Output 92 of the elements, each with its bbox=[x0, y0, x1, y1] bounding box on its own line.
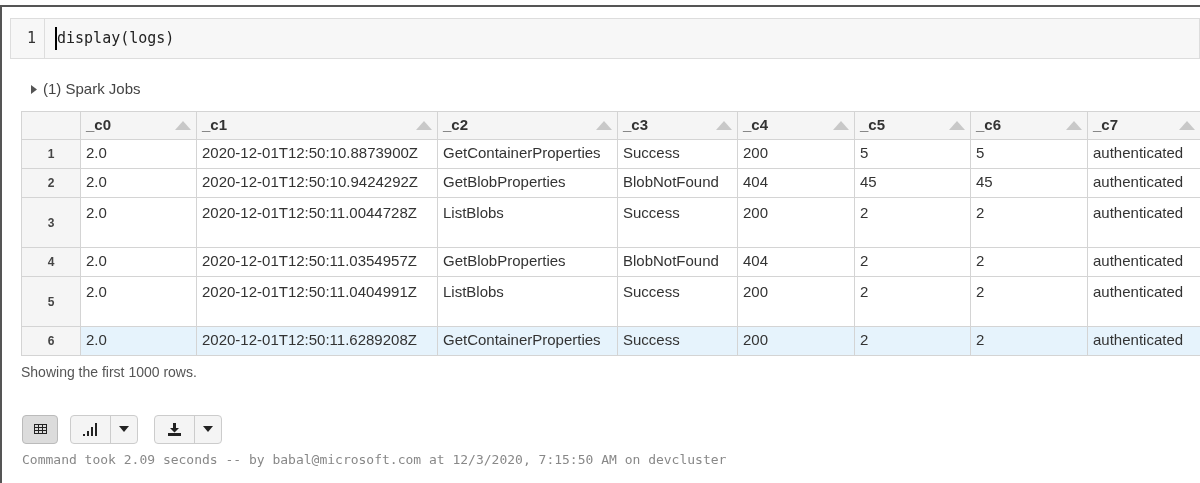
column-header[interactable]: _c2 bbox=[437, 111, 618, 139]
table-cell: 2 bbox=[976, 282, 985, 300]
line-number: 1 bbox=[11, 19, 45, 58]
table-cell: 2.0 bbox=[86, 144, 107, 162]
table-cell: 2.0 bbox=[86, 331, 107, 349]
table-cell: authenticated bbox=[1093, 252, 1184, 270]
sort-arrow-icon bbox=[596, 120, 612, 130]
sort-arrow-icon bbox=[949, 120, 965, 130]
row-number: 1 bbox=[47, 147, 55, 162]
spark-jobs-toggle[interactable]: (1) Spark Jobs bbox=[31, 78, 1200, 101]
table-cell: 200 bbox=[743, 144, 769, 162]
table-cell: GetContainerProperties bbox=[443, 331, 601, 349]
table-cell: 2 bbox=[860, 252, 869, 270]
table-cell: 200 bbox=[743, 331, 769, 349]
table-row[interactable]: 3 2.0 2020-12-01T12:50:11.0044728Z ListBlobs Success 200 2 2 authenticated bbox=[21, 197, 1200, 247]
table-cell: authenticated bbox=[1093, 282, 1184, 300]
table-cell: 2.0 bbox=[86, 252, 107, 270]
table-cell: 2 bbox=[860, 203, 869, 221]
table-cell: authenticated bbox=[1093, 203, 1184, 221]
table-cell: 2 bbox=[976, 252, 985, 270]
table-cell: authenticated bbox=[1093, 331, 1184, 349]
table-cell: 200 bbox=[743, 282, 769, 300]
table-cell: GetContainerProperties bbox=[443, 144, 601, 162]
table-cell: 2.0 bbox=[86, 203, 107, 221]
bar-chart-icon bbox=[83, 422, 98, 436]
command-status: Command took 2.09 seconds -- by babal@microsoft.com at 12/3/2020, 7:15:50 AM on devcluster bbox=[22, 451, 728, 468]
sort-arrow-icon bbox=[175, 120, 191, 130]
table-icon bbox=[33, 424, 47, 434]
table-cell: 2 bbox=[976, 331, 985, 349]
sort-arrow-icon bbox=[716, 120, 732, 130]
code-line: display(logs) bbox=[55, 27, 175, 50]
table-cell: 2020-12-01T12:50:11.0404991Z bbox=[202, 282, 417, 300]
table-row[interactable]: 2 2.0 2020-12-01T12:50:10.9424292Z GetBlobProperties BlobNotFound 404 45 45 authenticated bbox=[21, 168, 1200, 197]
table-row[interactable]: 1 2.0 2020-12-01T12:50:10.8873900Z GetContainerProperties Success 200 5 5 authenticated bbox=[21, 139, 1200, 168]
column-header[interactable]: _c1 bbox=[196, 111, 438, 139]
code-editor[interactable]: 1 display(logs) bbox=[10, 18, 1200, 59]
table-cell: BlobNotFound bbox=[623, 173, 719, 191]
column-header[interactable]: _c6 bbox=[970, 111, 1088, 139]
table-cell: 2020-12-01T12:50:10.8873900Z bbox=[202, 144, 418, 162]
table-cell: 404 bbox=[743, 173, 769, 191]
column-header[interactable]: _c0 bbox=[80, 111, 197, 139]
table-cell: 5 bbox=[976, 144, 985, 162]
table-cell: 45 bbox=[976, 173, 993, 191]
table-cell: Success bbox=[623, 144, 680, 162]
column-header[interactable]: _c7 bbox=[1087, 111, 1200, 139]
table-cell: Success bbox=[623, 203, 680, 221]
table-cell: GetBlobProperties bbox=[443, 173, 566, 191]
sort-arrow-icon bbox=[833, 120, 849, 130]
table-cell: authenticated bbox=[1093, 144, 1184, 162]
table-cell: Success bbox=[623, 282, 680, 300]
table-row[interactable]: 6 2.0 2020-12-01T12:50:11.6289208Z GetContainerProperties Success 200 2 2 authenticated bbox=[21, 326, 1200, 355]
table-row[interactable]: 5 2.0 2020-12-01T12:50:11.0404991Z ListBlobs Success 200 2 2 authenticated bbox=[21, 276, 1200, 326]
row-number: 4 bbox=[47, 255, 55, 270]
sort-arrow-icon bbox=[416, 120, 432, 130]
table-cell: ListBlobs bbox=[443, 282, 504, 300]
table-row[interactable]: 4 2.0 2020-12-01T12:50:11.0354957Z GetBlobProperties BlobNotFound 404 2 2 authenticated bbox=[21, 247, 1200, 276]
row-number: 2 bbox=[47, 176, 55, 191]
caret-icon bbox=[203, 426, 213, 432]
table-cell: 404 bbox=[743, 252, 769, 270]
table-cell: 5 bbox=[860, 144, 869, 162]
row-number: 3 bbox=[47, 215, 55, 230]
column-header[interactable]: _c3 bbox=[617, 111, 738, 139]
table-cell: authenticated bbox=[1093, 173, 1184, 191]
table-cell: 2020-12-01T12:50:11.0354957Z bbox=[202, 252, 417, 270]
table-cell: 2020-12-01T12:50:11.6289208Z bbox=[202, 331, 417, 349]
table-cell: Success bbox=[623, 331, 680, 349]
column-header[interactable]: _c4 bbox=[737, 111, 855, 139]
row-number-header bbox=[21, 111, 81, 139]
table-cell: 200 bbox=[743, 203, 769, 221]
download-button[interactable] bbox=[154, 414, 222, 444]
table-cell: 2.0 bbox=[86, 282, 107, 300]
table-cell: BlobNotFound bbox=[623, 252, 719, 270]
table-cell: 2020-12-01T12:50:11.0044728Z bbox=[202, 203, 417, 221]
table-cell: GetBlobProperties bbox=[443, 252, 566, 270]
row-count-note: Showing the first 1000 rows. bbox=[21, 362, 198, 382]
table-cell: 2.0 bbox=[86, 173, 107, 191]
caret-icon bbox=[119, 426, 129, 432]
expand-arrow-icon bbox=[31, 84, 37, 94]
table-cell: ListBlobs bbox=[443, 203, 504, 221]
table-cell: 2 bbox=[976, 203, 985, 221]
table-cell: 2 bbox=[860, 331, 869, 349]
sort-arrow-icon bbox=[1066, 120, 1082, 130]
table-cell: 45 bbox=[860, 173, 877, 191]
table-cell: 2020-12-01T12:50:10.9424292Z bbox=[202, 173, 418, 191]
sort-arrow-icon bbox=[1179, 120, 1195, 130]
chart-view-button[interactable] bbox=[70, 414, 138, 444]
row-number: 6 bbox=[47, 334, 55, 349]
column-header[interactable]: _c5 bbox=[854, 111, 971, 139]
table-cell: 2 bbox=[860, 282, 869, 300]
download-icon bbox=[168, 422, 181, 436]
row-number: 5 bbox=[47, 294, 55, 309]
table-view-button[interactable] bbox=[22, 414, 58, 444]
